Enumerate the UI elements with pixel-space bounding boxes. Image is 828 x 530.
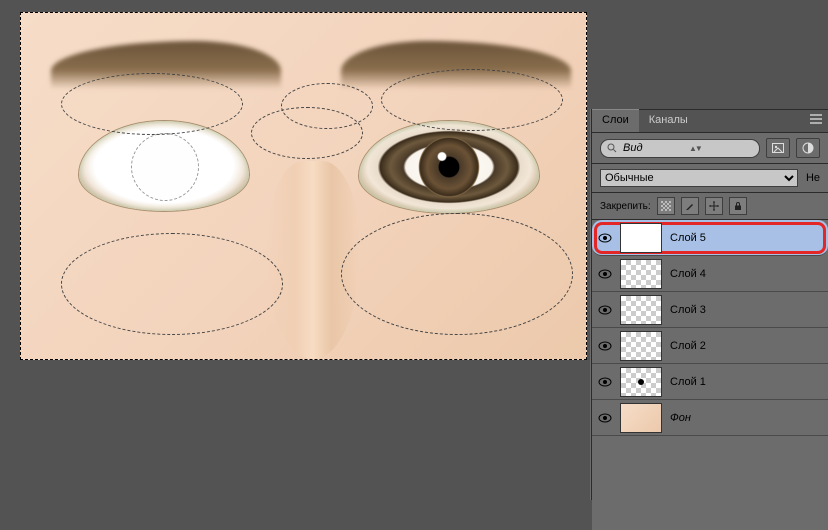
layer-thumbnail[interactable] (620, 259, 662, 289)
layer-filter-input[interactable] (621, 141, 685, 155)
layer-thumbnail[interactable] (620, 331, 662, 361)
layer-row[interactable]: Слой 2 (592, 328, 828, 364)
lock-row: Закрепить: (592, 193, 828, 220)
marching-ants (341, 213, 573, 335)
layer-filter-row: ▲▼ (592, 133, 828, 164)
layer-thumbnail[interactable] (620, 223, 662, 253)
lock-all-icon[interactable] (729, 197, 747, 215)
blend-row: Обычные Не (592, 164, 828, 193)
layers-panel: Слои Каналы ▲▼ Обычны (591, 109, 828, 500)
layers-list: Слой 5 Слой 4 Слой 3 Слой 2 Слой 1 Фон (592, 220, 828, 530)
layer-row[interactable]: Слой 3 (592, 292, 828, 328)
visibility-eye-icon[interactable] (598, 377, 612, 387)
layer-name[interactable]: Слой 3 (670, 304, 706, 316)
visibility-eye-icon[interactable] (598, 269, 612, 279)
search-icon (607, 143, 617, 153)
blend-mode-select[interactable]: Обычные (600, 169, 798, 187)
tab-channels[interactable]: Каналы (639, 110, 698, 132)
layer-row[interactable]: Слой 1 (592, 364, 828, 400)
panel-tabs: Слои Каналы (592, 109, 828, 133)
lock-position-icon[interactable] (705, 197, 723, 215)
layer-thumbnail[interactable] (620, 367, 662, 397)
visibility-eye-icon[interactable] (598, 305, 612, 315)
visibility-eye-icon[interactable] (598, 341, 612, 351)
layer-name[interactable]: Слой 2 (670, 340, 706, 352)
lock-label: Закрепить: (600, 201, 651, 212)
layer-name[interactable]: Слой 5 (670, 232, 706, 244)
marching-ants (381, 69, 563, 131)
layer-row[interactable]: Фон (592, 400, 828, 436)
visibility-eye-icon[interactable] (598, 233, 612, 243)
filter-adjust-icon[interactable] (796, 138, 820, 158)
lock-transparency-icon[interactable] (657, 197, 675, 215)
tab-layers[interactable]: Слои (592, 109, 639, 132)
marching-ants (61, 233, 283, 335)
layer-thumbnail[interactable] (620, 295, 662, 325)
lock-pixels-icon[interactable] (681, 197, 699, 215)
layer-name[interactable]: Слой 1 (670, 376, 706, 388)
layer-row[interactable]: Слой 5 (592, 220, 828, 256)
layer-thumbnail[interactable] (620, 403, 662, 433)
marching-ants (251, 107, 363, 159)
panel-menu-icon[interactable] (804, 110, 828, 132)
layer-filter-kind[interactable]: ▲▼ (600, 139, 760, 158)
opacity-label-fragment: Не (806, 172, 820, 184)
chevron-updown-icon: ▲▼ (689, 144, 701, 153)
marching-ants (61, 73, 243, 135)
canvas[interactable] (20, 12, 587, 360)
filter-image-icon[interactable] (766, 138, 790, 158)
layer-row[interactable]: Слой 4 (592, 256, 828, 292)
eye-right (359, 121, 539, 213)
layer-name[interactable]: Фон (670, 412, 691, 424)
visibility-eye-icon[interactable] (598, 413, 612, 423)
layer-name[interactable]: Слой 4 (670, 268, 706, 280)
